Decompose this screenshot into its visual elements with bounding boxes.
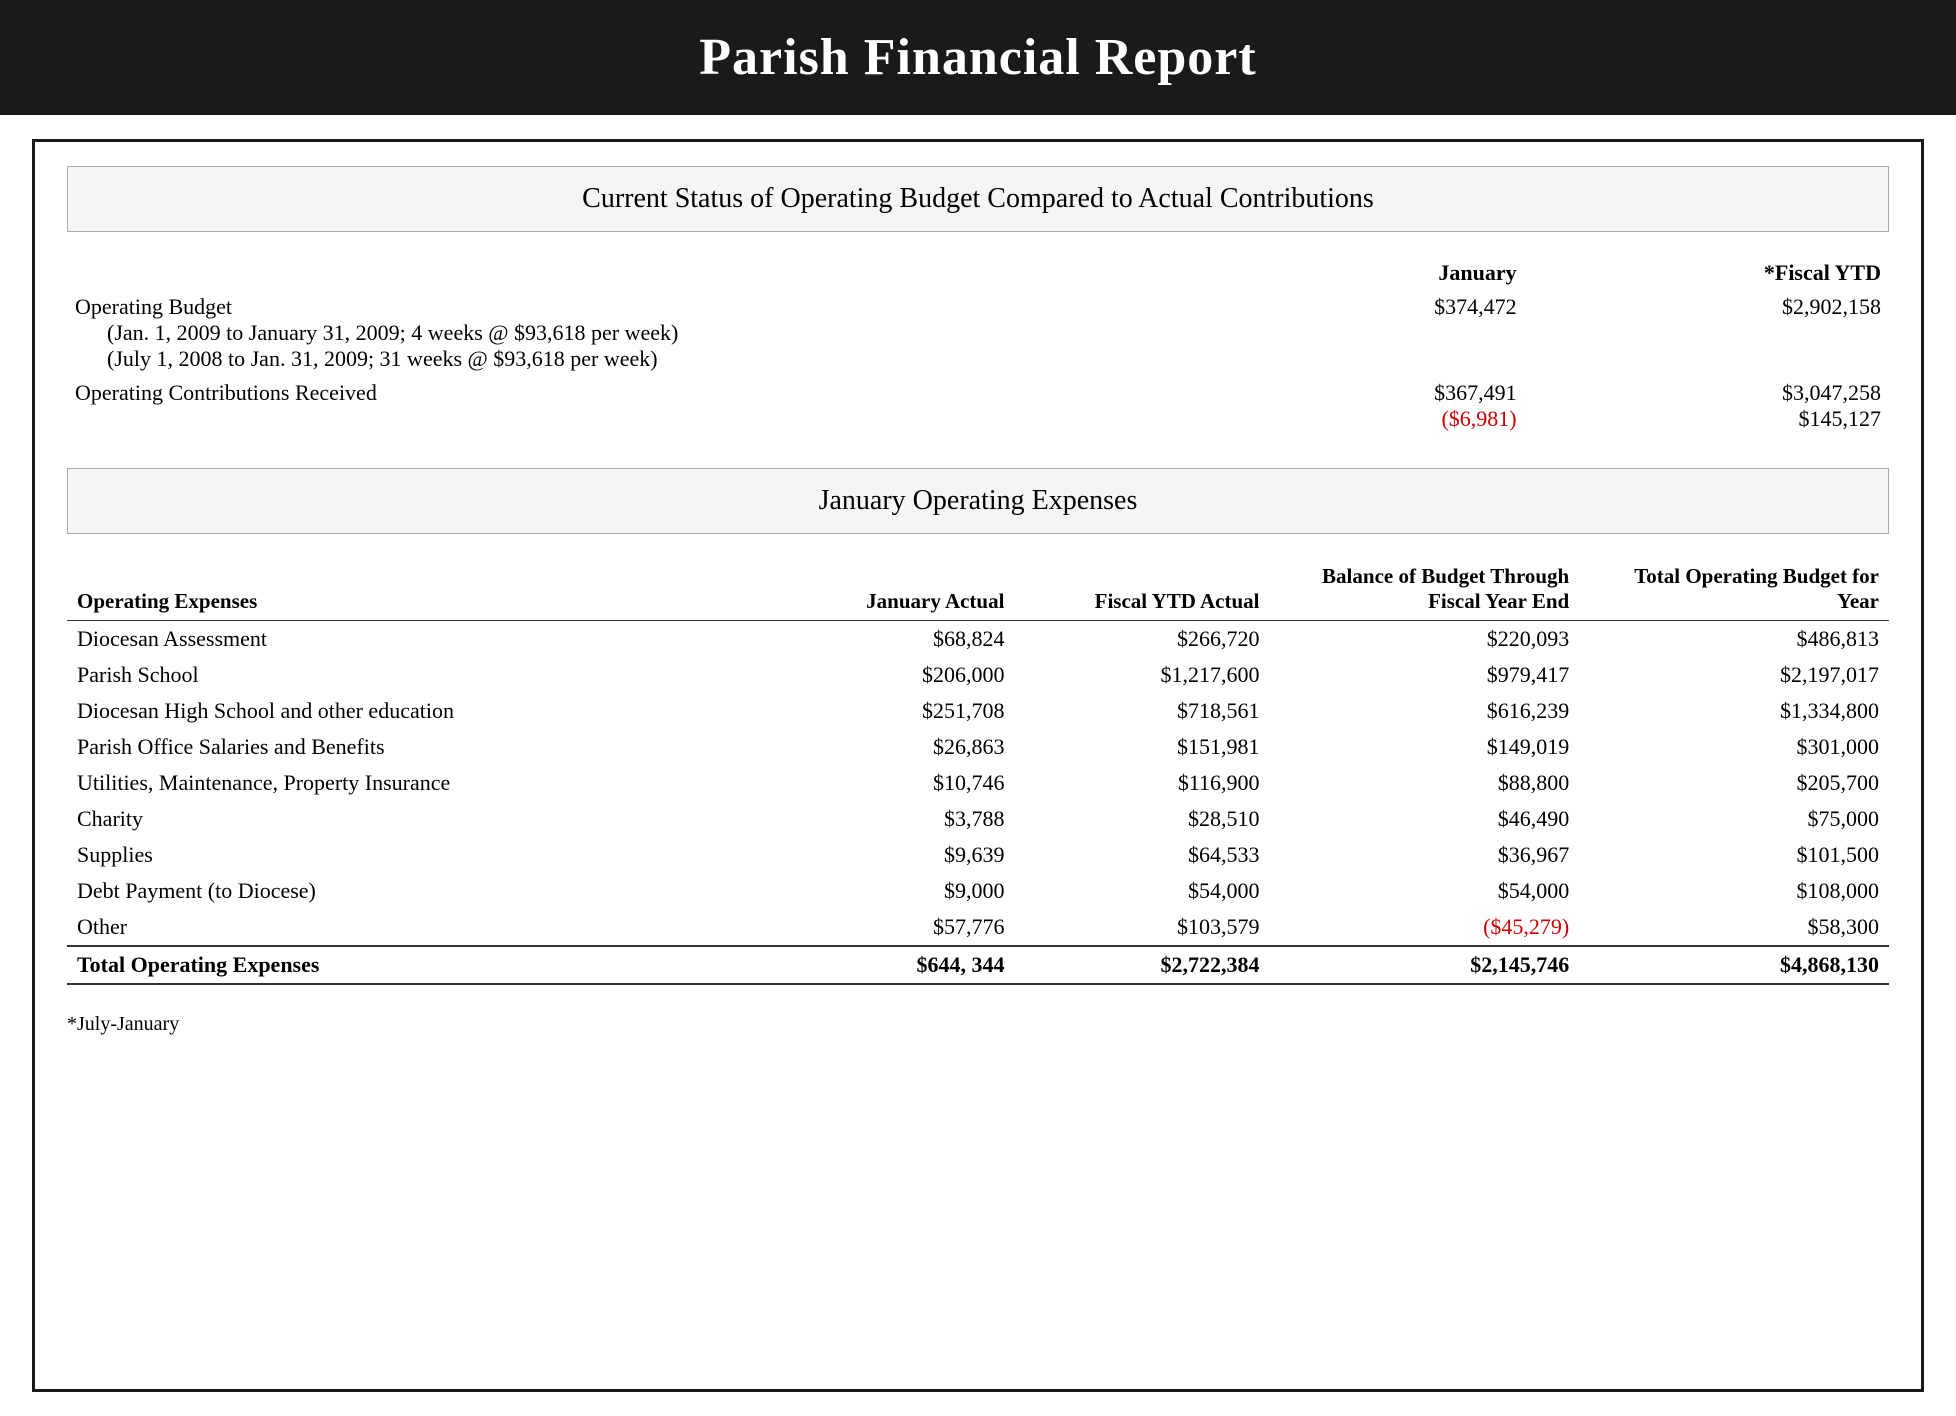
expense-total: $2,197,017 (1579, 657, 1889, 693)
expense-ytd: $28,510 (1014, 801, 1269, 837)
expense-bal: $979,417 (1270, 657, 1580, 693)
footer-note: *July-January (67, 1005, 1889, 1036)
total-total: $4,868,130 (1579, 946, 1889, 984)
expense-label: Other (67, 909, 759, 946)
budget-label: Operating Budget (75, 294, 232, 319)
expense-jan: $68,824 (759, 621, 1014, 658)
expense-bal: $220,093 (1270, 621, 1580, 658)
section2-box: January Operating Expenses (67, 468, 1889, 534)
section1-box: Current Status of Operating Budget Compa… (67, 166, 1889, 232)
expense-label: Diocesan Assessment (67, 621, 759, 658)
expense-total: $101,500 (1579, 837, 1889, 873)
expense-total: $486,813 (1579, 621, 1889, 658)
contrib-jan2: ($6,981) (1441, 406, 1516, 431)
expense-jan: $3,788 (759, 801, 1014, 837)
expenses-row: Debt Payment (to Diocese)$9,000$54,000$5… (67, 873, 1889, 909)
exp-col-ytd: Fiscal YTD Actual (1014, 558, 1269, 621)
total-label: Total Operating Expenses (67, 946, 759, 984)
expense-ytd: $103,579 (1014, 909, 1269, 946)
expense-jan: $10,746 (759, 765, 1014, 801)
main-content: Current Status of Operating Budget Compa… (32, 139, 1924, 1392)
contrib-ytd1: $3,047,258 (1782, 380, 1881, 405)
expense-label: Diocesan High School and other education (67, 693, 759, 729)
total-ytd: $2,722,384 (1014, 946, 1269, 984)
col-jan-header: January (1160, 256, 1524, 290)
budget-sub1: (Jan. 1, 2009 to January 31, 2009; 4 wee… (75, 320, 678, 345)
expense-ytd: $116,900 (1014, 765, 1269, 801)
section2-title: January Operating Expenses (819, 485, 1138, 516)
expenses-table: Operating Expenses January Actual Fiscal… (67, 558, 1889, 985)
contrib-ytd2: $145,127 (1799, 406, 1882, 431)
expense-bal: $36,967 (1270, 837, 1580, 873)
budget-jan: $374,472 (1160, 290, 1524, 376)
expense-jan: $206,000 (759, 657, 1014, 693)
expense-ytd: $266,720 (1014, 621, 1269, 658)
page-header: Parish Financial Report (0, 0, 1956, 115)
total-bal: $2,145,746 (1270, 946, 1580, 984)
expense-label: Parish School (67, 657, 759, 693)
budget-row-2: Operating Contributions Received $367,49… (67, 376, 1889, 436)
expenses-row: Other$57,776$103,579($45,279)$58,300 (67, 909, 1889, 946)
expense-ytd: $64,533 (1014, 837, 1269, 873)
expense-jan: $251,708 (759, 693, 1014, 729)
expense-bal: $616,239 (1270, 693, 1580, 729)
page-title: Parish Financial Report (40, 28, 1916, 87)
expense-total: $301,000 (1579, 729, 1889, 765)
expense-label: Supplies (67, 837, 759, 873)
expenses-row: Diocesan Assessment$68,824$266,720$220,0… (67, 621, 1889, 658)
expenses-row: Diocesan High School and other education… (67, 693, 1889, 729)
contrib-label: Operating Contributions Received (75, 380, 377, 405)
expense-jan: $9,000 (759, 873, 1014, 909)
expenses-row: Charity$3,788$28,510$46,490$75,000 (67, 801, 1889, 837)
expenses-total-row: Total Operating Expenses$644, 344$2,722,… (67, 946, 1889, 984)
expenses-header-row: Operating Expenses January Actual Fiscal… (67, 558, 1889, 621)
budget-row-1: Operating Budget (Jan. 1, 2009 to Januar… (67, 290, 1889, 376)
expense-total: $58,300 (1579, 909, 1889, 946)
exp-col-label: Operating Expenses (67, 558, 759, 621)
expense-label: Charity (67, 801, 759, 837)
expense-label: Utilities, Maintenance, Property Insuran… (67, 765, 759, 801)
total-jan: $644, 344 (759, 946, 1014, 984)
expense-label: Parish Office Salaries and Benefits (67, 729, 759, 765)
expense-bal: $88,800 (1270, 765, 1580, 801)
expense-jan: $57,776 (759, 909, 1014, 946)
exp-col-bal: Balance of Budget Through Fiscal Year En… (1270, 558, 1580, 621)
budget-ytd: $2,902,158 (1525, 290, 1889, 376)
expense-total: $75,000 (1579, 801, 1889, 837)
expense-bal: $46,490 (1270, 801, 1580, 837)
expenses-row: Supplies$9,639$64,533$36,967$101,500 (67, 837, 1889, 873)
budget-sub2: (July 1, 2008 to Jan. 31, 2009; 31 weeks… (75, 346, 658, 371)
exp-col-jan: January Actual (759, 558, 1014, 621)
expense-ytd: $1,217,600 (1014, 657, 1269, 693)
expense-label: Debt Payment (to Diocese) (67, 873, 759, 909)
expense-ytd: $718,561 (1014, 693, 1269, 729)
expense-total: $1,334,800 (1579, 693, 1889, 729)
expense-bal: $54,000 (1270, 873, 1580, 909)
expense-jan: $26,863 (759, 729, 1014, 765)
budget-table: January *Fiscal YTD Operating Budget (Ja… (67, 256, 1889, 436)
contrib-jan1: $367,491 (1434, 380, 1517, 405)
col-ytd-header: *Fiscal YTD (1525, 256, 1889, 290)
expenses-row: Parish School$206,000$1,217,600$979,417$… (67, 657, 1889, 693)
expense-bal: $149,019 (1270, 729, 1580, 765)
section1-title: Current Status of Operating Budget Compa… (582, 183, 1374, 214)
exp-col-total: Total Operating Budget for Year (1579, 558, 1889, 621)
expense-jan: $9,639 (759, 837, 1014, 873)
expense-total: $108,000 (1579, 873, 1889, 909)
expense-ytd: $151,981 (1014, 729, 1269, 765)
expenses-row: Parish Office Salaries and Benefits$26,8… (67, 729, 1889, 765)
expenses-row: Utilities, Maintenance, Property Insuran… (67, 765, 1889, 801)
expense-total: $205,700 (1579, 765, 1889, 801)
expense-ytd: $54,000 (1014, 873, 1269, 909)
expense-bal: ($45,279) (1270, 909, 1580, 946)
